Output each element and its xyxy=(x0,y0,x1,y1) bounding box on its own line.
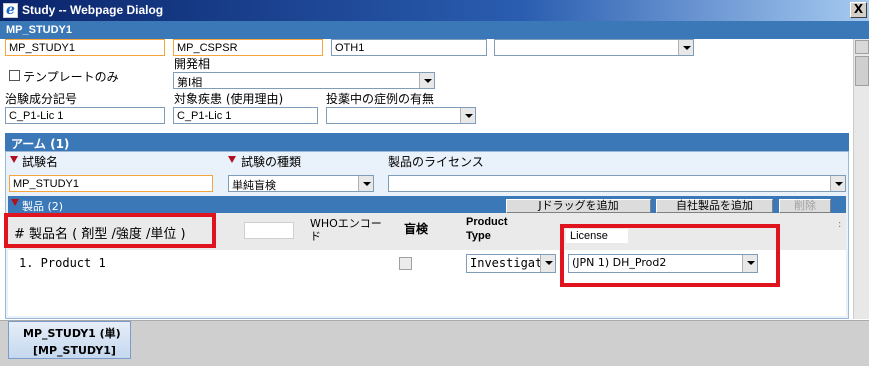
scroll-thumb[interactable] xyxy=(855,56,869,86)
trial-type-value: 単純盲検 xyxy=(232,179,276,192)
chevron-down-icon xyxy=(830,176,845,191)
col-blind: 盲検 xyxy=(404,222,429,236)
tab-mp-study1[interactable]: MP_STUDY1 (単) [MP_STUDY1] xyxy=(8,321,131,359)
window-title: Study -- Webpage Dialog xyxy=(22,3,164,17)
products-title: 製品 (2) xyxy=(22,200,64,213)
scroll-up-button[interactable] xyxy=(855,40,869,54)
window-title-bar: e Study -- Webpage Dialog X xyxy=(0,0,869,21)
compound-field[interactable]: C_P1-Lic 1 xyxy=(5,107,165,124)
who-filter-box[interactable] xyxy=(244,222,294,239)
product-type-value: Investigat xyxy=(470,256,543,270)
trial-type-select[interactable]: 単純盲検 xyxy=(228,175,374,192)
template-only-label: テンプレートのみ xyxy=(23,70,119,84)
highlight-license xyxy=(560,224,780,287)
product-row-name: 1. Product 1 xyxy=(19,256,106,270)
study-id-field[interactable]: MP_STUDY1 xyxy=(5,39,165,56)
trial-name-label: 試験名 xyxy=(22,155,59,169)
add-own-product-button[interactable]: 自社製品を追加 xyxy=(656,199,773,213)
column-menu-icon[interactable]: : xyxy=(838,219,841,230)
trial-name-field[interactable]: MP_STUDY1 xyxy=(9,175,213,192)
license-select[interactable] xyxy=(388,175,846,192)
type-field[interactable]: OTH1 xyxy=(331,39,487,56)
add-jdrug-button[interactable]: Jドラッグを追加 xyxy=(506,199,651,213)
col-product-type: Product Type xyxy=(466,216,508,242)
study-header: MP_STUDY1 xyxy=(0,21,869,39)
blind-checkbox[interactable] xyxy=(399,257,412,270)
chevron-down-icon xyxy=(678,40,693,55)
trial-type-label: 試験の種類 xyxy=(241,155,302,169)
template-only-checkbox[interactable] xyxy=(9,70,20,81)
compound-label: 治験成分記号 xyxy=(5,92,78,106)
study-header-label: MP_STUDY1 xyxy=(6,24,73,36)
vertical-scrollbar[interactable] xyxy=(853,39,869,319)
arm-section-header: アーム (1) xyxy=(5,133,849,151)
tab-label: MP_STUDY1 (単) xyxy=(23,327,121,340)
disease-label: 対象疾患 (使用理由) xyxy=(174,92,284,106)
highlight-product-name xyxy=(4,213,216,248)
ongoing-label: 投薬中の症例の有無 xyxy=(326,92,435,106)
ongoing-select[interactable] xyxy=(326,107,476,124)
chevron-down-icon xyxy=(358,176,373,191)
phase-select[interactable]: 第Ⅰ相 xyxy=(173,72,435,89)
license-label: 製品のライセンス xyxy=(388,155,484,169)
disease-field[interactable]: C_P1-Lic 1 xyxy=(173,107,318,124)
top-select[interactable] xyxy=(494,39,694,56)
col-who-encode: WHOエンコード xyxy=(310,217,382,243)
required-flag-icon xyxy=(11,199,19,206)
phase-label: 開発相 xyxy=(174,57,211,71)
tab-sublabel: [MP_STUDY1] xyxy=(33,344,116,357)
chevron-down-icon xyxy=(419,73,434,88)
product-type-select[interactable]: Investigat xyxy=(466,254,556,273)
delete-button[interactable]: 削除 xyxy=(779,199,831,213)
required-flag-icon xyxy=(10,156,18,163)
close-button[interactable]: X xyxy=(850,2,867,18)
arm-title: アーム (1) xyxy=(11,137,70,151)
sponsor-field[interactable]: MP_CSPSR xyxy=(173,39,323,56)
chevron-down-icon xyxy=(540,255,555,272)
browser-icon: e xyxy=(3,2,18,18)
phase-select-value: 第Ⅰ相 xyxy=(177,76,203,89)
required-flag-icon xyxy=(228,156,236,163)
chevron-down-icon xyxy=(460,108,475,123)
